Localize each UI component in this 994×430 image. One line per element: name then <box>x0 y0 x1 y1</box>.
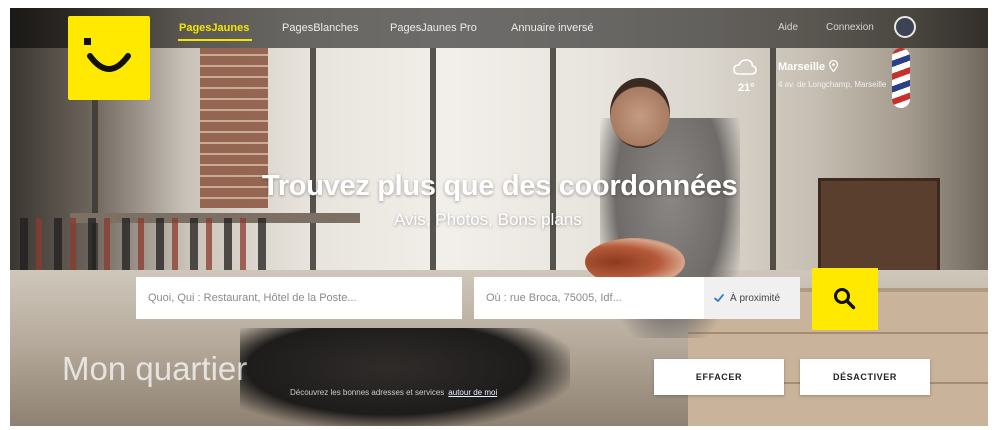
around-me-link[interactable]: autour de moi <box>448 388 497 397</box>
city-name[interactable]: Marseille <box>778 61 825 73</box>
nav-active-indicator <box>178 39 252 41</box>
cloud-icon <box>733 59 757 75</box>
hero-headline: Trouvez plus que des coordonnées <box>262 170 738 202</box>
my-neighborhood-subtitle: Découvrez les bonnes adresses et service… <box>290 388 497 397</box>
proximity-label: À proximité <box>730 292 781 304</box>
temperature: 21° <box>738 82 755 94</box>
my-neighborhood-title: Mon quartier <box>62 350 248 387</box>
my-neighborhood-description: Découvrez les bonnes adresses et service… <box>290 388 445 397</box>
login-link[interactable]: Connexion <box>826 22 874 33</box>
window-frame <box>550 48 556 278</box>
brick-wall <box>200 48 268 208</box>
what-who-search-input[interactable] <box>136 277 462 319</box>
nav-item-annuaire-inverse[interactable]: Annuaire inversé <box>511 22 594 34</box>
search-icon <box>834 288 856 310</box>
hero-subheadline: Avis, Photos, Bons plans <box>394 210 582 229</box>
avatar[interactable] <box>894 16 916 38</box>
clear-button[interactable]: EFFACER <box>654 359 784 395</box>
proximity-toggle[interactable]: À proximité <box>704 277 800 319</box>
location-address: 4 av. de Longchamp, Marseille <box>778 80 887 89</box>
nav-item-pagesjaunes-pro[interactable]: PagesJaunes Pro <box>390 22 477 34</box>
checkmark-icon[interactable] <box>713 292 725 304</box>
nav-item-pagesjaunes[interactable]: PagesJaunes <box>179 22 249 34</box>
pagesjaunes-logo[interactable] <box>68 16 150 100</box>
disable-button[interactable]: DÉSACTIVER <box>800 359 930 395</box>
search-button[interactable] <box>812 268 878 330</box>
where-search-input[interactable] <box>474 277 704 319</box>
window-frame <box>430 48 436 278</box>
barber-pole <box>892 48 910 108</box>
window-frame <box>770 48 776 278</box>
barber-head <box>610 78 670 148</box>
smile-icon <box>84 38 131 72</box>
location-pin-icon[interactable] <box>829 60 838 72</box>
window-frame <box>310 48 316 278</box>
barber-chair <box>240 328 570 426</box>
wooden-case <box>818 178 940 278</box>
help-link[interactable]: Aide <box>778 22 798 33</box>
nav-item-pagesblanches[interactable]: PagesBlanches <box>282 22 358 34</box>
